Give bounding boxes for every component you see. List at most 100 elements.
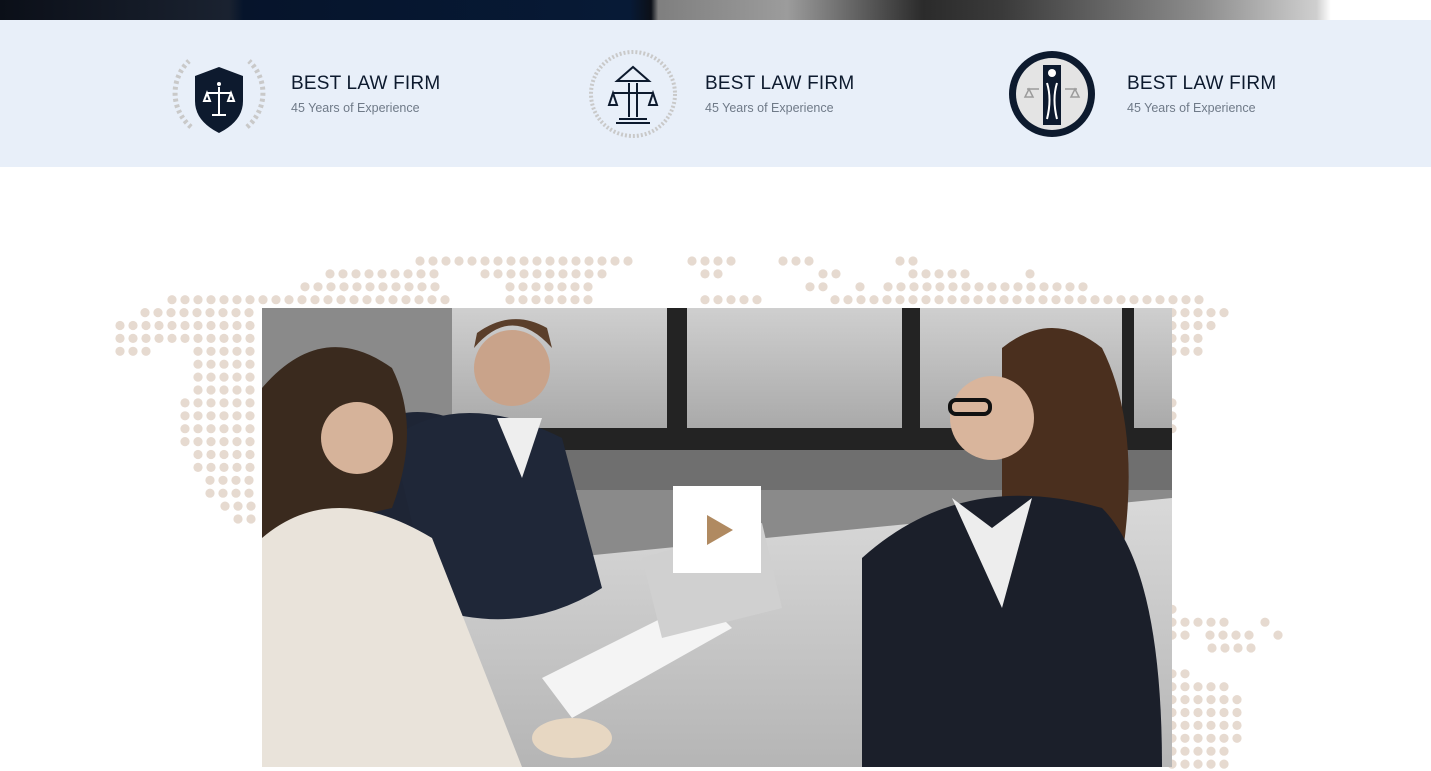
map-dot	[440, 295, 450, 305]
map-dot	[219, 385, 229, 395]
map-dot	[429, 269, 439, 279]
map-dot	[218, 475, 228, 485]
map-dot	[531, 282, 541, 292]
map-dot	[245, 437, 255, 447]
map-dot	[778, 256, 788, 266]
map-dot	[205, 488, 215, 498]
map-dot	[1206, 695, 1216, 705]
map-dot	[430, 282, 440, 292]
map-dot	[1246, 643, 1256, 653]
map-dot	[206, 411, 216, 421]
map-dot	[258, 295, 268, 305]
map-dot	[233, 514, 243, 524]
map-dot	[180, 424, 190, 434]
map-dot	[570, 282, 580, 292]
map-dot	[377, 269, 387, 279]
map-dot	[180, 411, 190, 421]
map-dot	[219, 359, 229, 369]
map-dot	[882, 295, 892, 305]
map-dot	[973, 295, 983, 305]
map-dot	[948, 282, 958, 292]
map-dot	[219, 295, 229, 305]
map-dot	[518, 295, 528, 305]
map-dot	[179, 308, 189, 318]
map-dot	[1181, 295, 1191, 305]
map-dot	[232, 372, 242, 382]
map-dot	[960, 269, 970, 279]
map-dot	[205, 475, 215, 485]
map-dot	[166, 308, 176, 318]
map-dot	[1180, 630, 1190, 640]
map-dot	[1206, 759, 1216, 769]
map-dot	[831, 269, 841, 279]
map-dot	[713, 269, 723, 279]
map-dot	[934, 295, 944, 305]
map-dot	[141, 320, 151, 331]
map-dot	[206, 333, 216, 343]
map-dot	[1219, 617, 1229, 627]
map-dot	[219, 424, 229, 434]
map-dot	[1090, 295, 1100, 305]
map-dot	[1206, 320, 1216, 331]
award-title: BEST LAW FIRM	[291, 72, 441, 94]
map-dot	[246, 501, 256, 511]
map-dot	[1206, 720, 1216, 730]
map-dot	[1193, 333, 1203, 343]
map-dot	[232, 346, 242, 356]
map-dot	[713, 295, 723, 305]
map-dot	[1193, 707, 1203, 718]
map-dot	[480, 269, 490, 279]
map-dot	[1025, 295, 1035, 305]
map-dot	[1260, 617, 1270, 627]
map-dot	[206, 437, 216, 447]
map-dot	[390, 269, 400, 279]
map-dot	[218, 488, 228, 498]
award-subtitle: 45 Years of Experience	[1127, 100, 1256, 115]
map-dot	[231, 488, 241, 498]
map-dot	[244, 475, 254, 485]
map-dot	[532, 256, 542, 266]
award-title: BEST LAW FIRM	[1127, 72, 1277, 94]
map-dot	[1000, 282, 1010, 292]
map-dot	[115, 346, 125, 356]
video-player[interactable]	[262, 308, 1172, 767]
play-button[interactable]	[673, 486, 761, 573]
map-dot	[1206, 746, 1216, 756]
map-dot	[493, 256, 503, 266]
map-dot	[246, 514, 256, 524]
map-dot	[232, 398, 242, 408]
map-dot	[284, 295, 294, 305]
map-dot	[830, 295, 840, 305]
map-dot	[805, 282, 815, 292]
map-dot	[1180, 682, 1190, 692]
map-dot	[193, 449, 203, 460]
map-dot	[1273, 630, 1283, 640]
map-dot	[1219, 733, 1229, 743]
map-dot	[908, 295, 918, 305]
map-dot	[1155, 295, 1165, 305]
map-dot	[895, 295, 905, 305]
map-dot	[388, 295, 398, 305]
map-dot	[206, 346, 216, 356]
award-subtitle: 45 Years of Experience	[291, 100, 420, 115]
map-dot	[921, 269, 931, 279]
map-dot	[338, 269, 348, 279]
map-dot	[1193, 733, 1203, 743]
map-dot	[231, 308, 241, 318]
map-dot	[1219, 720, 1229, 730]
map-dot	[206, 295, 216, 305]
map-dot	[167, 320, 177, 331]
map-dot	[791, 256, 801, 266]
map-dot	[115, 333, 125, 343]
map-dot	[219, 411, 229, 421]
map-dot	[1077, 295, 1087, 305]
map-dot	[128, 320, 138, 331]
award-title: BEST LAW FIRM	[705, 72, 855, 94]
map-dot	[364, 269, 374, 279]
map-dot	[233, 501, 243, 511]
map-dot	[597, 256, 607, 266]
map-dot	[193, 372, 203, 382]
map-dot	[974, 282, 984, 292]
map-dot	[115, 320, 125, 331]
map-dot	[417, 282, 427, 292]
